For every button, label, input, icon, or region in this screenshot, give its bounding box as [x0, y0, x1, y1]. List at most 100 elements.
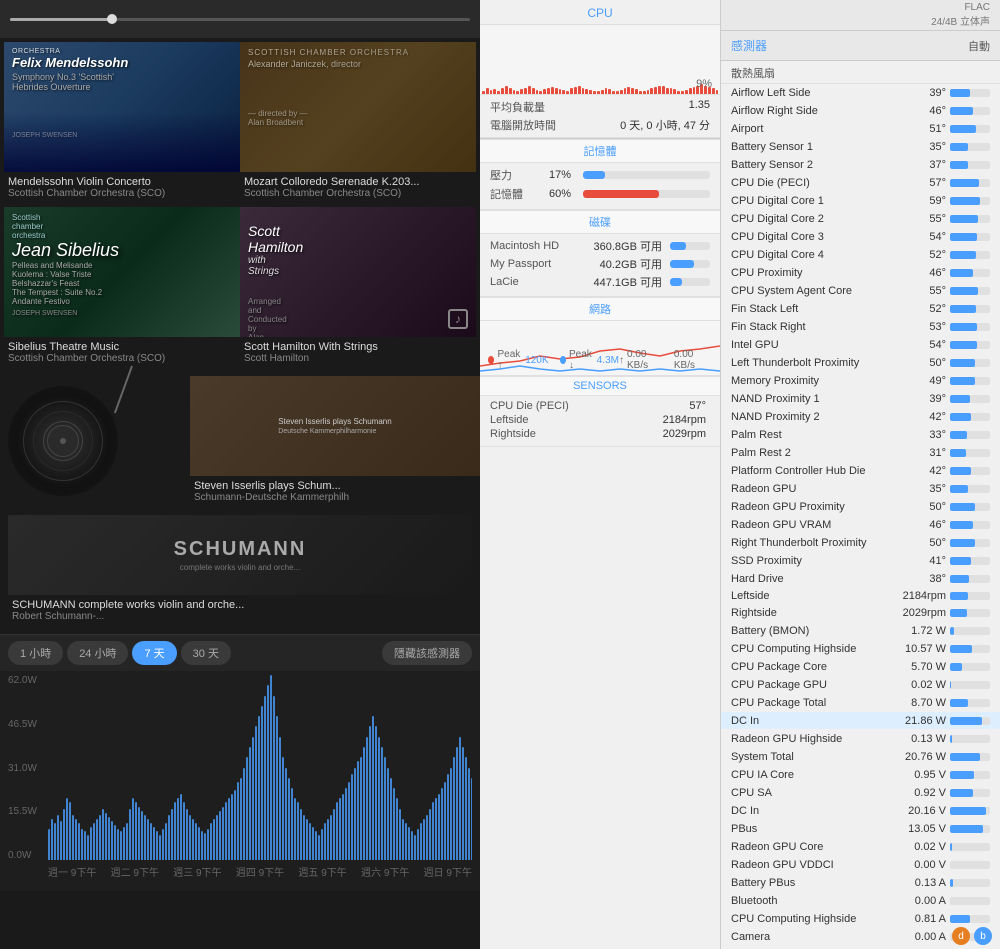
power-a-row: Bluetooth 0.00 A	[721, 892, 1000, 910]
album-artist-mendelssohn: Scottish Chamber Orchestra (SCO)	[8, 188, 236, 199]
temp-sensor-row: Battery Sensor 2 37°	[721, 156, 1000, 174]
chart-bar	[198, 827, 200, 860]
chart-bar	[246, 757, 248, 860]
uptime-value: 0 天, 0 小時, 47 分	[620, 117, 710, 133]
cpu-bar	[528, 86, 531, 94]
power-a-row: CPU Computing Highside 0.81 A	[721, 910, 1000, 928]
temp-sensor-row: NAND Proximity 2 42°	[721, 408, 1000, 426]
chart-bar	[417, 829, 419, 860]
btn-24h[interactable]: 24 小時	[67, 641, 128, 665]
cpu-bar	[716, 90, 719, 94]
chart-bar	[420, 823, 422, 860]
chart-bar	[339, 798, 341, 860]
btn-30d[interactable]: 30 天	[181, 641, 231, 665]
chart-bar	[351, 774, 353, 860]
album-cover-schumann-complete[interactable]: SCHUMANN complete works violin and orche…	[8, 515, 472, 595]
chart-bar	[57, 815, 59, 860]
album-item-sibelius[interactable]: Scottishchamberorchestra Jean Sibelius P…	[4, 207, 240, 372]
chart-bar	[294, 798, 296, 860]
chart-bar	[372, 716, 374, 860]
cpu-bar	[670, 88, 673, 94]
temp-sensor-row: Radeon GPU VRAM 46°	[721, 516, 1000, 534]
hard-drive-rows: Hard Drive 38°	[721, 570, 1000, 588]
chart-bar	[378, 737, 380, 860]
power-w-row: CPU Package Core 5.70 W	[721, 658, 1000, 676]
chart-bar	[327, 819, 329, 860]
avg-load-value: 1.35	[689, 99, 710, 115]
chart-bar	[309, 823, 311, 860]
power-v-row: CPU IA Core 0.95 V	[721, 766, 1000, 784]
cpu-section: CPU 9% 平均負載量 1.35 電腦開放時間 0 天, 0 小時, 47 分	[480, 0, 720, 139]
fan-rows: Leftside 2184rpm Rightside 2029rpm	[721, 588, 1000, 622]
chart-bar	[54, 823, 56, 860]
chart-bar	[222, 807, 224, 860]
d-icon: d	[958, 931, 964, 942]
temp-sensor-row: CPU Digital Core 1 59°	[721, 192, 1000, 210]
chart-bar	[360, 757, 362, 860]
album-item-schumann-isserlis[interactable]: Steven Isserlis plays SchumannDeutsche K…	[190, 376, 480, 511]
album-name-schumann-complete: SCHUMANN complete works violin and orche…	[12, 599, 468, 611]
peak-up-value: 120K	[525, 355, 548, 366]
album-item-mozart[interactable]: SCOTTISH CHAMBER ORCHESTRA Alexander Jan…	[240, 42, 476, 207]
cpu-bar	[616, 91, 619, 94]
chart-bar	[135, 802, 137, 860]
pressure-value: 17%	[549, 169, 579, 181]
btn-1h[interactable]: 1 小時	[8, 641, 63, 665]
chart-bar	[144, 815, 146, 860]
chart-bar	[381, 747, 383, 860]
chart-bar	[183, 802, 185, 860]
album-artist-mozart: Scottish Chamber Orchestra (SCO)	[244, 188, 472, 199]
cpu-bar	[677, 91, 680, 94]
power-v-row: CPU SA 0.92 V	[721, 784, 1000, 802]
power-w-rows: Battery (BMON) 1.72 W CPU Computing High…	[721, 622, 1000, 766]
chart-bar	[468, 768, 470, 861]
chart-bar	[102, 809, 104, 860]
chart-bar	[306, 819, 308, 860]
fan-sensor-row: Rightside 2029rpm	[721, 605, 1000, 622]
chart-bar	[258, 716, 260, 860]
temp-sensor-row: Radeon GPU 35°	[721, 480, 1000, 498]
sensors-detail-panel: FLAC 24/4B 立体声 感測器 自動 散熱風扇 Airflow Left …	[720, 0, 1000, 949]
chart-bar	[357, 761, 359, 860]
cpu-bar	[612, 91, 615, 94]
btn-hide-sensor[interactable]: 隱藏該感測器	[382, 641, 472, 665]
bottom-nav: d b	[952, 927, 992, 945]
chart-bar	[69, 802, 71, 860]
chart-bar	[99, 815, 101, 860]
progress-thumb[interactable]	[107, 14, 117, 24]
down-value: 0.00 KB/s	[674, 349, 712, 371]
cpu-bar	[635, 89, 638, 94]
cpu-bar	[574, 87, 577, 94]
album-cover-hamilton: ScottHamilton withStrings ArrangedandCon…	[240, 207, 476, 337]
chart-bars-area	[48, 675, 472, 860]
chart-x-axis: 週一 9下午 週二 9下午 週三 9下午 週四 9下午 週五 9下午 週六 9下…	[48, 860, 472, 879]
chart-bar	[93, 823, 95, 860]
up-value: 0.00 KB/s	[627, 349, 665, 371]
album-cover-mozart: SCOTTISH CHAMBER ORCHESTRA Alexander Jan…	[240, 42, 476, 172]
vinyl-player	[0, 376, 190, 506]
progress-track[interactable]	[10, 18, 470, 21]
time-filter-bar: 1 小時 24 小時 7 天 30 天 隱藏該感測器	[0, 634, 480, 671]
album-item-hamilton[interactable]: ScottHamilton withStrings ArrangedandCon…	[240, 207, 476, 372]
chart-bar	[108, 817, 110, 860]
album-item-mendelssohn[interactable]: Orchestra Felix Mendelssohn Symphony No.…	[4, 42, 240, 207]
disk-label-1: My Passport	[490, 258, 596, 270]
chart-bar	[111, 821, 113, 860]
chart-bar	[132, 798, 134, 860]
chart-bar	[465, 757, 467, 860]
chart-bar	[228, 798, 230, 860]
uptime-label: 電腦開放時間	[490, 117, 556, 133]
chart-bar	[174, 802, 176, 860]
chart-bar	[297, 802, 299, 860]
chart-bar	[315, 831, 317, 860]
chart-bar	[303, 815, 305, 860]
sensors-title: 感測器	[731, 37, 767, 54]
chart-bar	[81, 829, 83, 860]
cpu-bar	[654, 87, 657, 94]
nav-icon-d[interactable]: d	[952, 927, 970, 945]
nav-icon-b[interactable]: b	[974, 927, 992, 945]
btn-7d[interactable]: 7 天	[132, 641, 176, 665]
peak-down-value: 4.3M	[597, 355, 619, 366]
chart-bar	[267, 685, 269, 860]
cpu-bar	[520, 89, 523, 94]
